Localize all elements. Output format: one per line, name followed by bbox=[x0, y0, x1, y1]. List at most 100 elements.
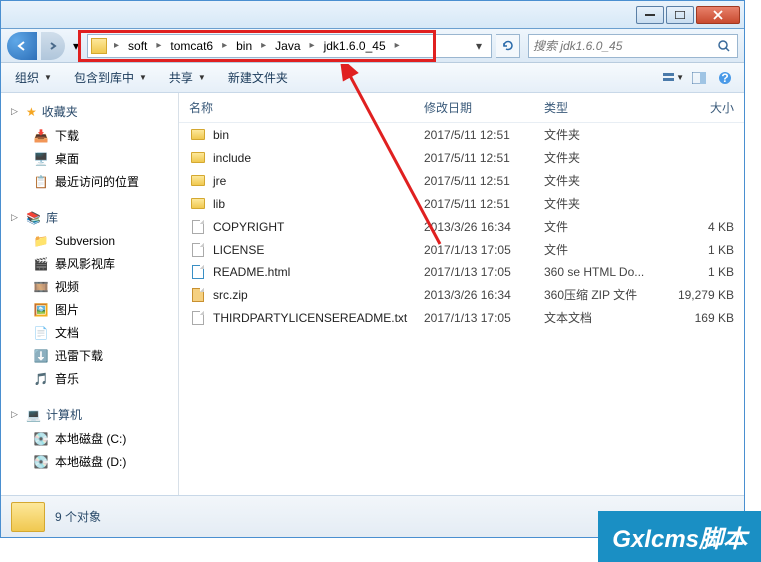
address-dropdown[interactable]: ▾ bbox=[470, 39, 488, 53]
file-date: 2017/5/11 12:51 bbox=[424, 197, 544, 211]
file-type: 文本文档 bbox=[544, 309, 674, 326]
back-button[interactable] bbox=[7, 32, 37, 60]
status-text: 9 个对象 bbox=[55, 508, 101, 525]
close-button[interactable] bbox=[696, 6, 740, 24]
chevron-right-icon[interactable]: ▸ bbox=[219, 40, 230, 51]
file-row[interactable]: COPYRIGHT2013/3/26 16:34文件4 KB bbox=[179, 215, 744, 238]
file-row[interactable]: THIRDPARTYLICENSEREADME.txt2017/1/13 17:… bbox=[179, 306, 744, 329]
file-date: 2017/1/13 17:05 bbox=[424, 265, 544, 279]
zip-file-icon bbox=[192, 288, 204, 302]
file-type: 文件夹 bbox=[544, 172, 674, 189]
column-date[interactable]: 修改日期 bbox=[424, 99, 544, 116]
search-icon[interactable] bbox=[715, 39, 733, 53]
svg-text:?: ? bbox=[721, 71, 728, 85]
file-row[interactable]: jre2017/5/11 12:51文件夹 bbox=[179, 169, 744, 192]
sidebar-item-downloads[interactable]: 📥下载 bbox=[1, 124, 178, 147]
sidebar-item-documents[interactable]: 📄文档 bbox=[1, 321, 178, 344]
preview-pane-button[interactable] bbox=[688, 67, 710, 89]
file-row[interactable]: bin2017/5/11 12:51文件夹 bbox=[179, 123, 744, 146]
file-name: COPYRIGHT bbox=[213, 220, 424, 234]
search-box[interactable] bbox=[528, 34, 738, 58]
sidebar-item-recent[interactable]: 📋最近访问的位置 bbox=[1, 170, 178, 193]
titlebar bbox=[1, 1, 744, 29]
column-name[interactable]: 名称 bbox=[189, 99, 424, 116]
chevron-right-icon[interactable]: ▸ bbox=[111, 40, 122, 51]
favorites-header[interactable]: ▷★收藏夹 bbox=[1, 99, 178, 124]
column-headers: 名称 修改日期 类型 大小 bbox=[179, 93, 744, 123]
file-list-area: 名称 修改日期 类型 大小 bin2017/5/11 12:51文件夹inclu… bbox=[179, 93, 744, 495]
file-name: jre bbox=[213, 174, 424, 188]
refresh-button[interactable] bbox=[496, 34, 520, 58]
folder-icon bbox=[11, 502, 45, 532]
chevron-right-icon[interactable]: ▸ bbox=[307, 40, 318, 51]
sidebar-item-desktop[interactable]: 🖥️桌面 bbox=[1, 147, 178, 170]
file-type: 文件 bbox=[544, 218, 674, 235]
content-area: ▷★收藏夹 📥下载 🖥️桌面 📋最近访问的位置 ▷📚库 📁Subversion … bbox=[1, 93, 744, 495]
file-list[interactable]: bin2017/5/11 12:51文件夹include2017/5/11 12… bbox=[179, 123, 744, 495]
chevron-right-icon[interactable]: ▸ bbox=[258, 40, 269, 51]
breadcrumb-item[interactable]: Java bbox=[269, 35, 306, 57]
include-library-button[interactable]: 包含到库中▼ bbox=[68, 66, 153, 89]
forward-button[interactable] bbox=[41, 32, 65, 60]
file-name: src.zip bbox=[213, 288, 424, 302]
file-name: lib bbox=[213, 197, 424, 211]
file-type: 360 se HTML Do... bbox=[544, 265, 674, 279]
file-date: 2017/1/13 17:05 bbox=[424, 243, 544, 257]
share-button[interactable]: 共享▼ bbox=[163, 66, 212, 89]
explorer-window: ▾ ▸ soft ▸ tomcat6 ▸ bin ▸ Java ▸ jdk1.6… bbox=[0, 0, 745, 538]
file-size: 19,279 KB bbox=[674, 288, 734, 302]
file-name: LICENSE bbox=[213, 243, 424, 257]
file-row[interactable]: LICENSE2017/1/13 17:05文件1 KB bbox=[179, 238, 744, 261]
sidebar-item-videos[interactable]: 🎞️视频 bbox=[1, 275, 178, 298]
computer-header[interactable]: ▷💻计算机 bbox=[1, 402, 178, 427]
chevron-right-icon[interactable]: ▸ bbox=[392, 40, 403, 51]
file-date: 2013/3/26 16:34 bbox=[424, 288, 544, 302]
file-row[interactable]: src.zip2013/3/26 16:34360压缩 ZIP 文件19,279… bbox=[179, 283, 744, 306]
breadcrumb-item[interactable]: bin bbox=[230, 35, 258, 57]
sidebar-item-pictures[interactable]: 🖼️图片 bbox=[1, 298, 178, 321]
search-input[interactable] bbox=[533, 39, 715, 53]
file-date: 2017/5/11 12:51 bbox=[424, 128, 544, 142]
breadcrumb-item[interactable]: soft bbox=[122, 35, 153, 57]
file-name: include bbox=[213, 151, 424, 165]
breadcrumb-item[interactable]: tomcat6 bbox=[164, 35, 219, 57]
sidebar-item-music[interactable]: 🎵音乐 bbox=[1, 367, 178, 390]
file-type: 文件夹 bbox=[544, 149, 674, 166]
file-row[interactable]: README.html2017/1/13 17:05360 se HTML Do… bbox=[179, 261, 744, 283]
minimize-button[interactable] bbox=[636, 6, 664, 24]
file-size: 1 KB bbox=[674, 265, 734, 279]
sidebar-item-xunlei[interactable]: ⬇️迅雷下载 bbox=[1, 344, 178, 367]
breadcrumb-item[interactable]: jdk1.6.0_45 bbox=[318, 35, 392, 57]
file-size: 1 KB bbox=[674, 243, 734, 257]
view-options-button[interactable]: ▼ bbox=[662, 67, 684, 89]
help-button[interactable]: ? bbox=[714, 67, 736, 89]
file-type: 文件夹 bbox=[544, 195, 674, 212]
organize-button[interactable]: 组织▼ bbox=[9, 66, 58, 89]
address-bar[interactable]: ▸ soft ▸ tomcat6 ▸ bin ▸ Java ▸ jdk1.6.0… bbox=[87, 34, 492, 58]
file-icon bbox=[192, 243, 204, 257]
file-name: bin bbox=[213, 128, 424, 142]
file-type: 文件 bbox=[544, 241, 674, 258]
history-dropdown[interactable]: ▾ bbox=[69, 36, 83, 56]
chevron-right-icon[interactable]: ▸ bbox=[153, 40, 164, 51]
file-icon bbox=[192, 311, 204, 325]
folder-icon bbox=[191, 152, 205, 163]
sidebar-item-subversion[interactable]: 📁Subversion bbox=[1, 230, 178, 252]
sidebar-item-drive-c[interactable]: 💽本地磁盘 (C:) bbox=[1, 427, 178, 450]
file-date: 2017/5/11 12:51 bbox=[424, 151, 544, 165]
new-folder-button[interactable]: 新建文件夹 bbox=[222, 66, 294, 89]
sidebar-item-drive-d[interactable]: 💽本地磁盘 (D:) bbox=[1, 450, 178, 473]
toolbar: 组织▼ 包含到库中▼ 共享▼ 新建文件夹 ▼ ? bbox=[1, 63, 744, 93]
folder-icon bbox=[191, 129, 205, 140]
sidebar-item-baofeng[interactable]: 🎬暴风影视库 bbox=[1, 252, 178, 275]
file-size: 169 KB bbox=[674, 311, 734, 325]
file-row[interactable]: include2017/5/11 12:51文件夹 bbox=[179, 146, 744, 169]
column-type[interactable]: 类型 bbox=[544, 99, 674, 116]
libraries-header[interactable]: ▷📚库 bbox=[1, 205, 178, 230]
column-size[interactable]: 大小 bbox=[674, 99, 734, 116]
navigation-pane[interactable]: ▷★收藏夹 📥下载 🖥️桌面 📋最近访问的位置 ▷📚库 📁Subversion … bbox=[1, 93, 179, 495]
maximize-button[interactable] bbox=[666, 6, 694, 24]
file-date: 2017/1/13 17:05 bbox=[424, 311, 544, 325]
navigation-bar: ▾ ▸ soft ▸ tomcat6 ▸ bin ▸ Java ▸ jdk1.6… bbox=[1, 29, 744, 63]
file-row[interactable]: lib2017/5/11 12:51文件夹 bbox=[179, 192, 744, 215]
